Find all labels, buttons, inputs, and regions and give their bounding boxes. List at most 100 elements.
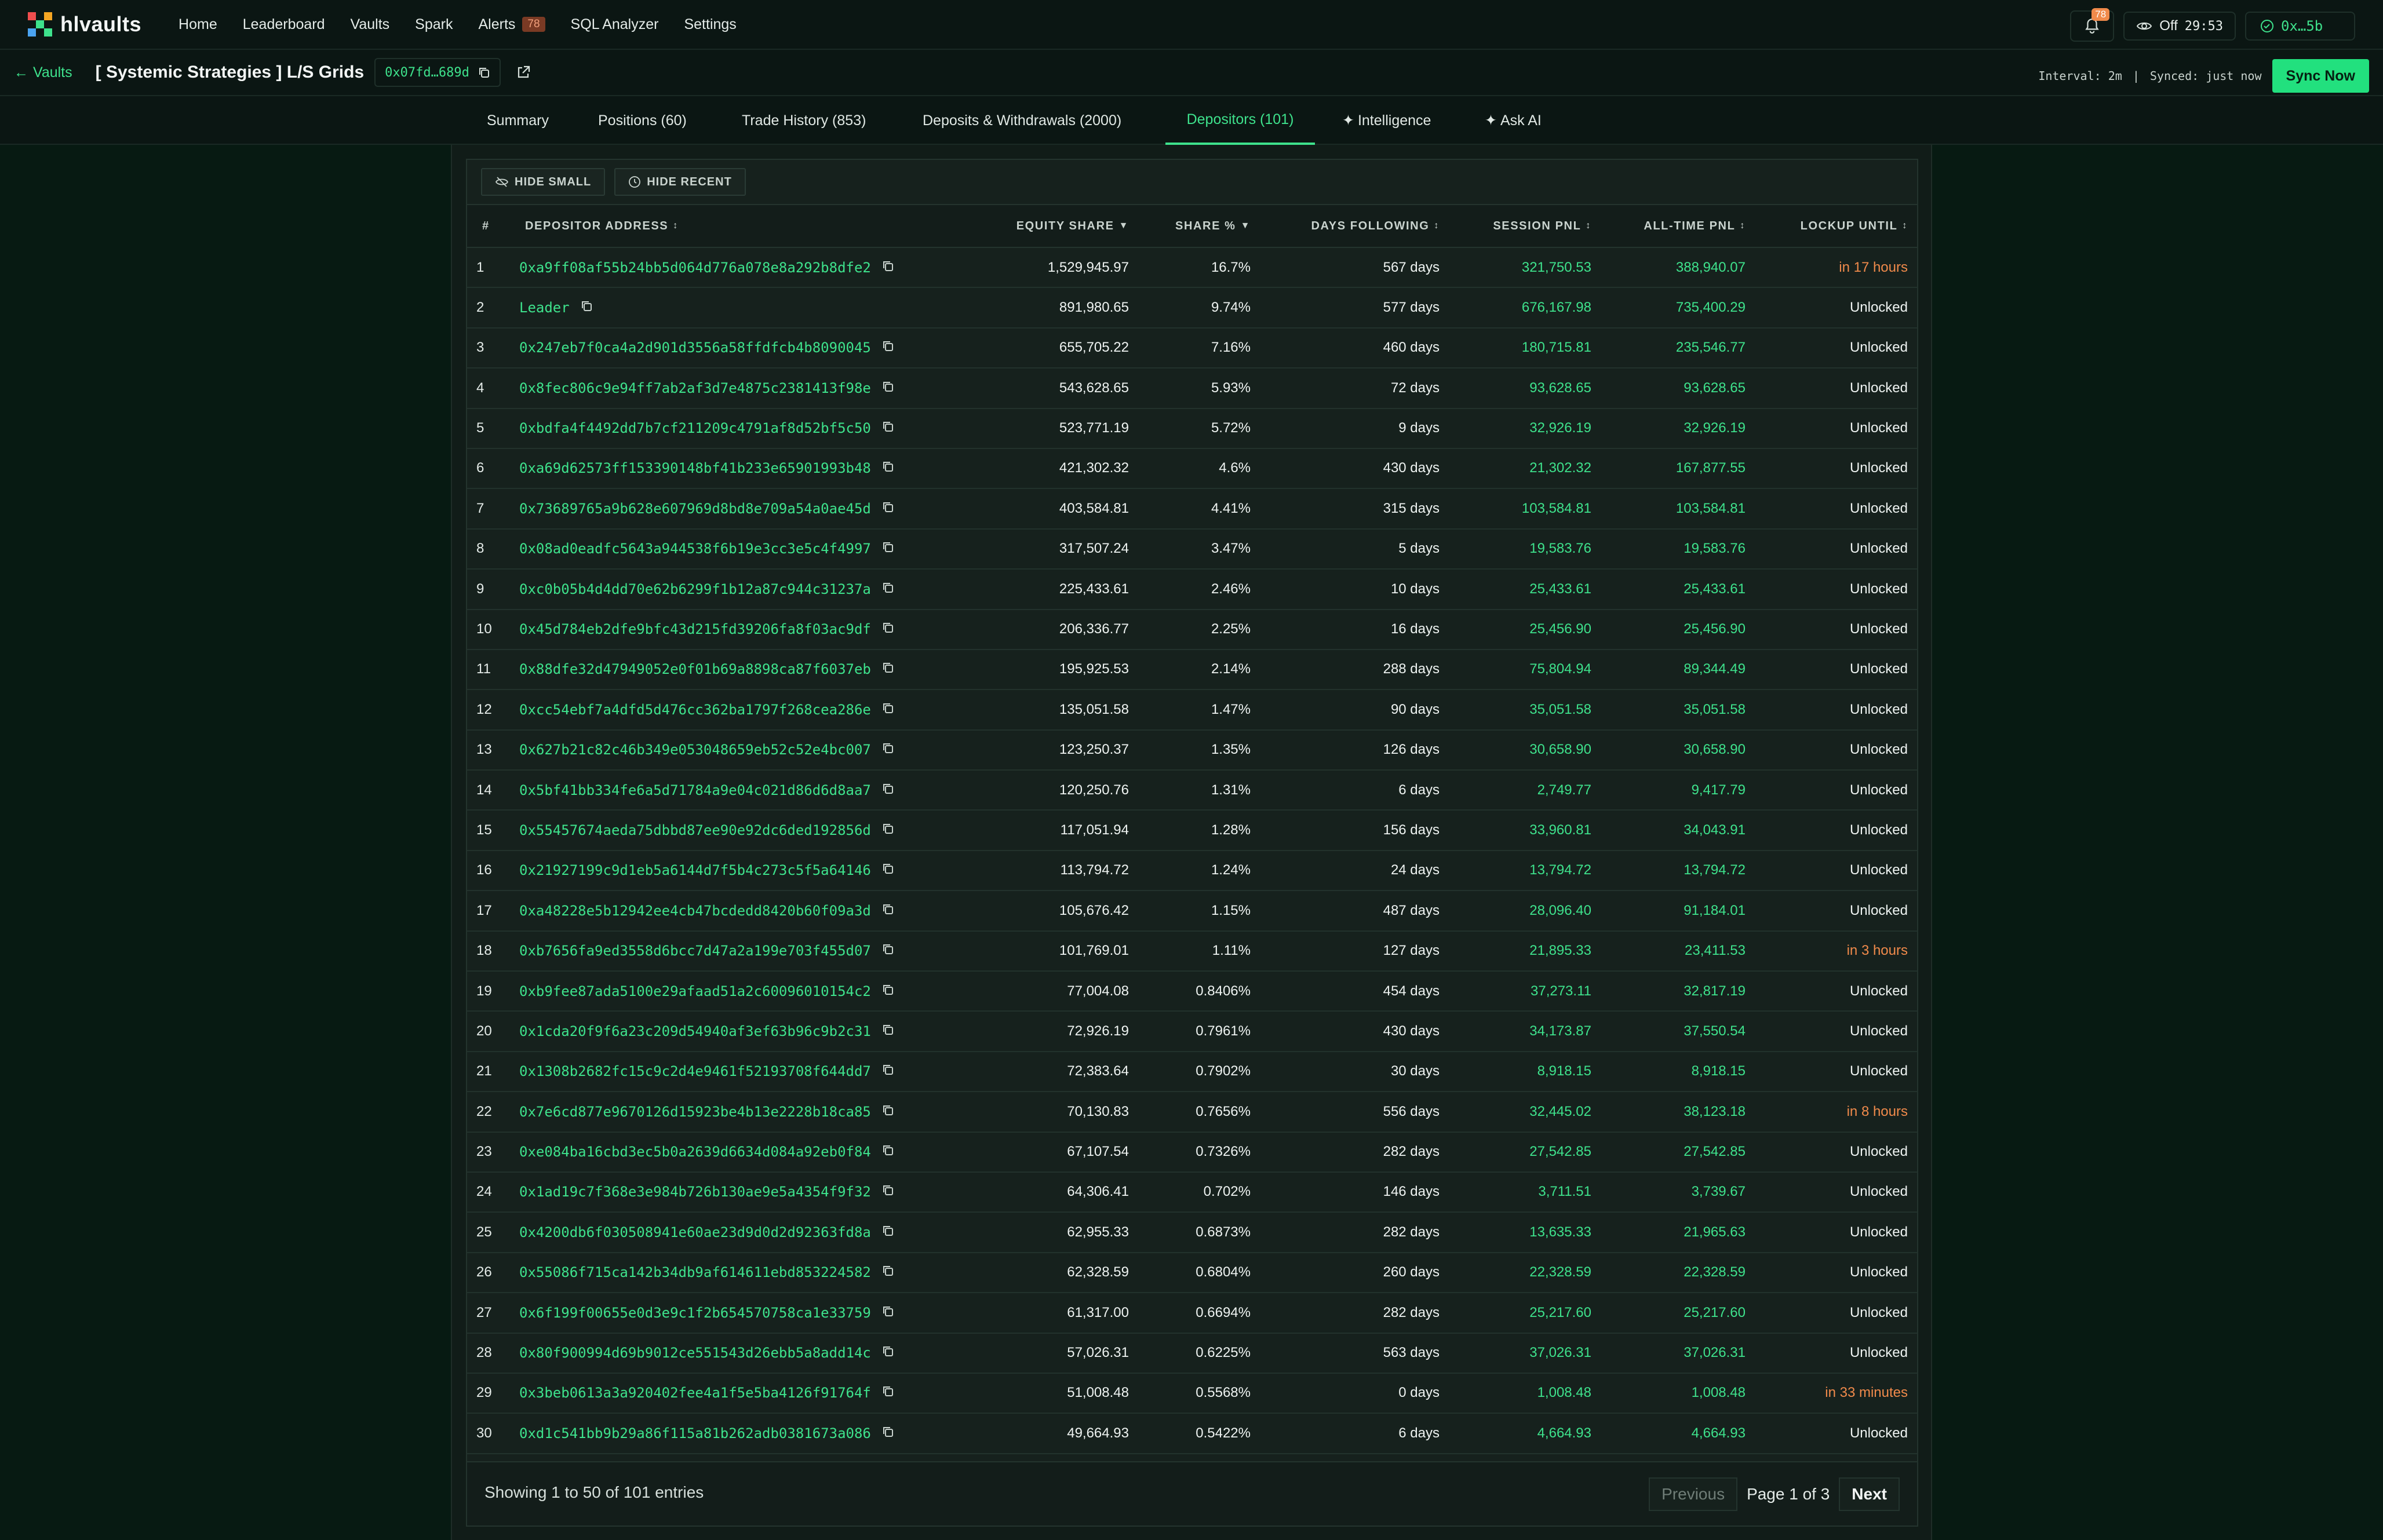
nav-sql-analyzer[interactable]: SQL Analyzer — [571, 16, 659, 33]
nav-leaderboard[interactable]: Leaderboard — [243, 16, 325, 33]
depositor-address[interactable]: Leader — [519, 288, 593, 327]
depositor-address[interactable]: 0xcc54ebf7a4dfd5d476cc362ba1797f268cea28… — [519, 690, 894, 729]
depositor-address[interactable]: 0xb7656fa9ed3558d6bcc7d47a2a199e703f455d… — [519, 932, 894, 970]
copy-icon[interactable] — [881, 541, 894, 557]
col-share-percent[interactable]: SHARE % ▼ — [1175, 205, 1251, 247]
copy-icon[interactable] — [881, 903, 894, 919]
copy-icon[interactable] — [881, 782, 894, 798]
copy-icon[interactable] — [881, 340, 894, 356]
depositor-address[interactable]: 0x7e6cd877e9670126d15923be4b13e2228b18ca… — [519, 1092, 894, 1131]
depositor-address[interactable]: 0x73689765a9b628e607969d8bd8e709a54a0ae4… — [519, 489, 894, 528]
nav-spark[interactable]: Spark — [415, 16, 453, 33]
col-session-pnl[interactable]: SESSION PNL ↕ — [1493, 205, 1591, 247]
depositor-address[interactable]: 0x4200db6f030508941e60ae23d9d0d2d92363fd… — [519, 1213, 894, 1251]
days-following: 30 days — [1390, 1063, 1440, 1079]
depositor-address[interactable]: 0x80f900994d69b9012ce551543d26ebb5a8add1… — [519, 1334, 894, 1373]
depositor-address[interactable]: 0x21927199c9d1eb5a6144d7f5b4c273c5f5a641… — [519, 851, 894, 890]
copy-icon[interactable] — [881, 260, 894, 276]
copy-icon[interactable] — [881, 822, 894, 838]
vault-address-chip[interactable]: 0x07fd…689d — [374, 58, 501, 87]
depositor-address[interactable]: 0x3beb0613a3a920402fee4a1f5e5ba4126f9176… — [519, 1374, 894, 1413]
depositor-address[interactable]: 0xa9ff08af55b24bb5d064d776a078e8a292b8df… — [519, 248, 894, 287]
depositor-address[interactable]: 0xc0b05b4d4dd70e62b6299f1b12a87c944c3123… — [519, 570, 894, 608]
copy-icon[interactable] — [881, 460, 894, 476]
back-to-vaults-link[interactable]: ← Vaults — [14, 64, 72, 81]
depositor-address[interactable]: 0x88dfe32d47949052e0f01b69a8898ca87f6037… — [519, 650, 894, 689]
equity-share: 57,026.31 — [1067, 1345, 1129, 1361]
copy-icon[interactable] — [478, 66, 490, 79]
copy-icon[interactable] — [881, 742, 894, 758]
tab-depositors[interactable]: Depositors (101) — [1165, 96, 1315, 145]
copy-icon[interactable] — [881, 621, 894, 637]
copy-icon[interactable] — [881, 1023, 894, 1039]
copy-icon[interactable] — [881, 420, 894, 436]
depositor-address[interactable]: 0xa69d62573ff153390148bf41b233e65901993b… — [519, 449, 894, 488]
privacy-timer-toggle[interactable]: Off 29:53 — [2123, 12, 2236, 41]
copy-icon[interactable] — [881, 1224, 894, 1240]
app-logo[interactable]: hlvaults — [28, 12, 141, 37]
depositor-address[interactable]: 0x45d784eb2dfe9bfc43d215fd39206fa8f03ac9… — [519, 610, 894, 649]
depositor-address[interactable]: 0x1cda20f9f6a23c209d54940af3ef63b96c9b2c… — [519, 1012, 894, 1050]
copy-icon[interactable] — [881, 862, 894, 878]
depositor-address[interactable]: 0xa48228e5b12942ee4cb47bcdedd8420b60f09a… — [519, 891, 894, 930]
depositor-address[interactable]: 0xbdfa4f4492dd7b7cf211209c4791af8d52bf5c… — [519, 409, 894, 448]
depositor-address[interactable]: 0x55457674aeda75dbbd87ee90e92dc6ded19285… — [519, 811, 894, 849]
external-link-icon[interactable] — [516, 65, 531, 80]
depositor-address[interactable]: 0xd1c541bb9b29a86f115a81b262adb0381673a0… — [519, 1414, 894, 1453]
copy-icon[interactable] — [881, 380, 894, 396]
copy-icon[interactable] — [881, 1264, 894, 1280]
copy-icon[interactable] — [881, 1425, 894, 1442]
table-body: 1 0xa9ff08af55b24bb5d064d776a078e8a292b8d… — [467, 248, 1917, 1454]
depositor-address[interactable]: 0x08ad0eadfc5643a944538f6b19e3cc3e5c4f49… — [519, 530, 894, 568]
depositor-address[interactable]: 0x1308b2682fc15c9c2d4e9461f52193708f644d… — [519, 1052, 894, 1091]
nav-vaults[interactable]: Vaults — [351, 16, 390, 33]
copy-icon[interactable] — [881, 702, 894, 718]
hide-small-button[interactable]: HIDE SMALL — [481, 168, 606, 196]
wallet-button[interactable]: 0x…5b — [2245, 12, 2355, 41]
depositor-address[interactable]: 0x8fec806c9e94ff7ab2af3d7e4875c2381413f9… — [519, 368, 894, 407]
hide-recent-button[interactable]: HIDE RECENT — [614, 168, 746, 196]
next-page-button[interactable]: Next — [1839, 1477, 1900, 1511]
copy-icon[interactable] — [881, 1144, 894, 1160]
tab-intelligence[interactable]: ✦ Intelligence — [1342, 96, 1431, 145]
depositor-address[interactable]: 0x1ad19c7f368e3e984b726b130ae9e5a4354f9f… — [519, 1173, 894, 1211]
col-lockup-until[interactable]: LOCKUP UNTIL ↕ — [1801, 205, 1908, 247]
tab-summary[interactable]: Summary — [487, 96, 549, 145]
tab-trade-history[interactable]: Trade History (853) — [742, 96, 866, 145]
copy-icon[interactable] — [881, 1063, 894, 1079]
depositor-address[interactable]: 0x247eb7f0ca4a2d901d3556a58ffdfcb4b80900… — [519, 329, 894, 367]
copy-icon[interactable] — [881, 1104, 894, 1120]
col-all-time-pnl[interactable]: ALL-TIME PNL ↕ — [1644, 205, 1746, 247]
col-days-following[interactable]: DAYS FOLLOWING ↕ — [1311, 205, 1440, 247]
copy-icon[interactable] — [881, 501, 894, 517]
notifications-button[interactable]: 78 — [2070, 8, 2115, 42]
copy-icon[interactable] — [881, 1345, 894, 1361]
depositor-address[interactable]: 0x627b21c82c46b349e053048659eb52c52e4bc0… — [519, 731, 894, 769]
depositor-address[interactable]: 0x5bf41bb334fe6a5d71784a9e04c021d86d6d8a… — [519, 771, 894, 809]
depositor-address[interactable]: 0xb9fee87ada5100e29afaad51a2c60096010154… — [519, 972, 894, 1010]
copy-icon[interactable] — [881, 1184, 894, 1200]
tab-deposits-withdrawals[interactable]: Deposits & Withdrawals (2000) — [923, 96, 1121, 145]
copy-icon[interactable] — [580, 300, 593, 316]
nav-settings[interactable]: Settings — [684, 16, 736, 33]
previous-page-button[interactable]: Previous — [1649, 1477, 1738, 1511]
col-equity-share[interactable]: EQUITY SHARE ▼ — [1016, 205, 1129, 247]
nav-home[interactable]: Home — [178, 16, 217, 33]
equity-share: 135,051.58 — [1059, 701, 1129, 717]
copy-icon[interactable] — [881, 581, 894, 597]
nav-alerts[interactable]: Alerts 78 — [478, 16, 545, 33]
depositor-address[interactable]: 0xe084ba16cbd3ec5b0a2639d6634d084a92eb0f… — [519, 1133, 894, 1172]
sync-now-button[interactable]: Sync Now — [2272, 59, 2369, 93]
sync-area: Interval: 2m | Synced: just now Sync Now — [2038, 59, 2369, 93]
tab-ask-ai[interactable]: ✦ Ask AI — [1485, 96, 1542, 145]
copy-icon[interactable] — [881, 943, 894, 959]
copy-icon[interactable] — [881, 661, 894, 677]
tab-positions[interactable]: Positions (60) — [598, 96, 687, 145]
days-following: 556 days — [1383, 1103, 1440, 1119]
depositor-address[interactable]: 0x55086f715ca142b34db9af614611ebd8532245… — [519, 1253, 894, 1292]
copy-icon[interactable] — [881, 1305, 894, 1321]
depositor-address[interactable]: 0x6f199f00655e0d3e9c1f2b654570758ca1e337… — [519, 1293, 894, 1332]
copy-icon[interactable] — [881, 983, 894, 999]
col-depositor-address[interactable]: DEPOSITOR ADDRESS ↕ — [525, 205, 679, 247]
copy-icon[interactable] — [881, 1385, 894, 1401]
